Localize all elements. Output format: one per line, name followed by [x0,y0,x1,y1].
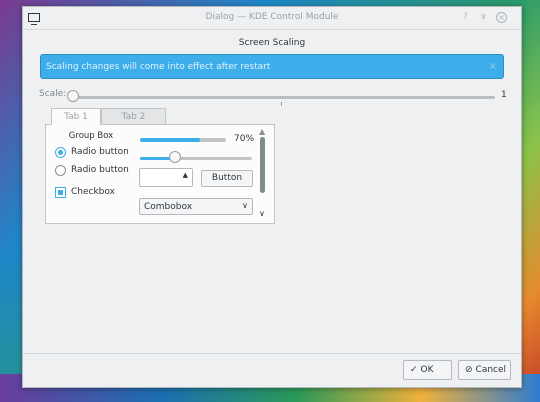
group-box: Group Box Radio button Radio button Chec… [52,131,130,213]
dialog-heading: Screen Scaling [238,38,306,48]
slider-track[interactable] [140,157,252,160]
chevron-down-icon: ∨ [242,201,248,210]
close-info-icon[interactable]: × [489,61,497,72]
radio-button-1[interactable] [55,147,66,158]
titlebar: Dialog — KDE Control Module ? ∨ × [23,7,521,30]
combobox-value: Combobox [144,202,193,212]
ok-button[interactable]: ✓ OK [403,360,452,380]
tab-2[interactable]: Tab 2 [101,108,166,125]
minimize-button[interactable]: ∨ [478,12,489,23]
footer-separator [23,353,521,354]
spin-up-icon[interactable]: ▲ [183,171,188,179]
progress-fill [140,138,201,142]
cancel-icon: ⊘ [465,365,473,375]
preview-tab-widget: Tab 1 Tab 2 Group Box Radio button Radio… [45,108,275,224]
help-button[interactable]: ? [460,12,471,23]
combobox[interactable]: Combobox ∨ [139,198,253,215]
scale-value: 1 [501,90,507,100]
info-message-bar: Scaling changes will come into effect af… [40,54,504,79]
close-window-button[interactable]: × [496,12,507,23]
scrollbar-handle[interactable] [260,137,265,193]
push-button[interactable]: Button [201,170,253,187]
check-icon: ✓ [410,365,418,375]
tab-1[interactable]: Tab 1 [51,108,101,125]
cancel-label: Cancel [475,365,507,375]
spinbox[interactable]: ▲ [139,168,193,187]
dialog-window: Dialog — KDE Control Module ? ∨ × Screen… [22,6,522,388]
window-title: Dialog — KDE Control Module [205,12,339,22]
scroll-down-icon[interactable]: ∨ [259,209,265,218]
progress-bar [140,138,226,142]
ok-label: OK [420,365,434,375]
checkbox-label: Checkbox [71,187,115,197]
tab-pane: Group Box Radio button Radio button Chec… [45,124,275,224]
slider-handle[interactable] [168,151,181,163]
radio-label-2: Radio button [71,165,129,175]
cancel-button[interactable]: ⊘ Cancel [458,360,511,380]
radio-label-1: Radio button [71,147,129,157]
scroll-up-icon[interactable]: ▲ [259,127,265,136]
scale-label: Scale: [39,89,67,99]
scale-tick [281,102,282,106]
scale-slider-handle[interactable] [67,90,79,102]
radio-button-2[interactable] [55,165,66,176]
checkbox[interactable] [55,187,66,198]
progress-text: 70% [234,134,255,144]
scale-slider-track[interactable] [73,96,495,99]
group-box-title: Group Box [68,131,114,141]
info-message: Scaling changes will come into effect af… [46,62,271,72]
